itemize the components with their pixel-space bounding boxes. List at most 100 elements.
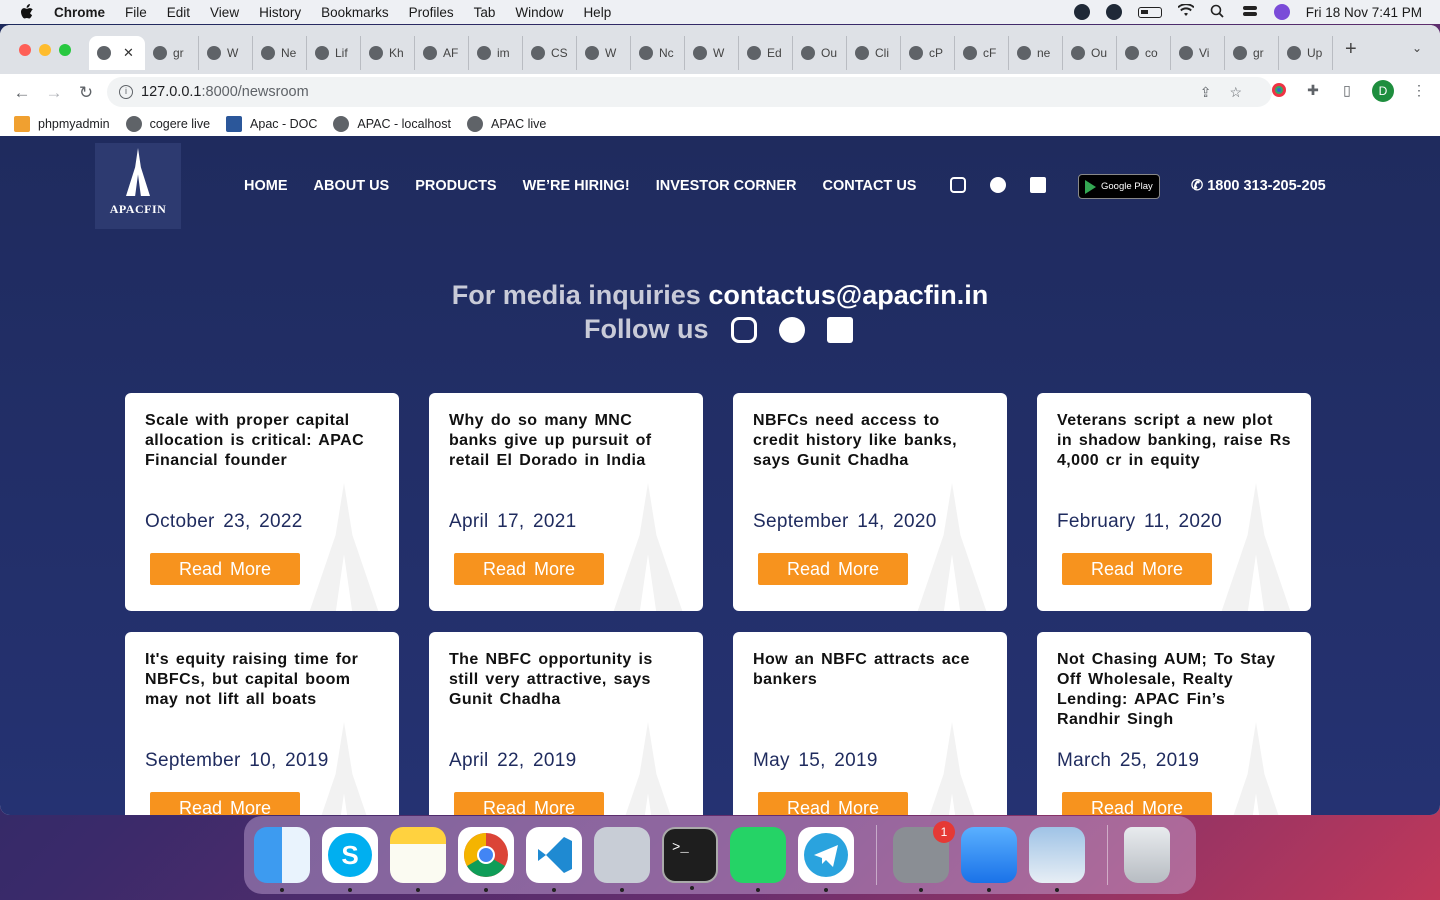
- browser-tab[interactable]: Ou: [793, 35, 847, 70]
- nav-investor-corner[interactable]: INVESTOR CORNER: [656, 178, 797, 194]
- minimize-window-button[interactable]: [39, 43, 51, 56]
- browser-tab[interactable]: Nc: [631, 35, 685, 70]
- menu-file[interactable]: File: [125, 5, 147, 20]
- news-title[interactable]: NBFCs need access to credit history like…: [753, 411, 989, 471]
- bookmark-apac-live[interactable]: APAC live: [466, 115, 546, 132]
- bookmark-cogere-live[interactable]: cogere live: [125, 115, 210, 132]
- news-title[interactable]: Veterans script a new plot in shadow ban…: [1057, 411, 1293, 471]
- chrome-icon[interactable]: [458, 827, 514, 892]
- browser-tab[interactable]: W: [685, 35, 739, 70]
- apple-icon[interactable]: [20, 4, 36, 20]
- finder-icon[interactable]: [254, 827, 310, 892]
- instagram-icon[interactable]: [950, 177, 966, 193]
- whatsapp-icon[interactable]: [730, 827, 786, 892]
- color-extension-icon[interactable]: [1270, 82, 1288, 100]
- mail-icon[interactable]: [961, 827, 1017, 892]
- notes-icon[interactable]: [390, 827, 446, 892]
- more-menu-icon[interactable]: ⋮: [1410, 82, 1428, 100]
- read-more-button[interactable]: Read More: [758, 792, 908, 815]
- browser-tab[interactable]: Up: [1279, 35, 1333, 70]
- menu-history[interactable]: History: [259, 5, 301, 20]
- browser-tab[interactable]: Ou: [1063, 35, 1117, 70]
- read-more-button[interactable]: Read More: [758, 553, 908, 585]
- nav-home[interactable]: HOME: [244, 178, 288, 194]
- menu-help[interactable]: Help: [583, 5, 611, 20]
- control-center-icon[interactable]: [1242, 4, 1258, 20]
- terminal-icon[interactable]: >_: [662, 827, 718, 890]
- siri-icon[interactable]: [1273, 4, 1290, 20]
- browser-tab[interactable]: im: [469, 35, 523, 70]
- close-tab-icon[interactable]: ✕: [123, 45, 134, 61]
- site-info-icon[interactable]: i: [119, 85, 133, 99]
- menu-app-name[interactable]: Chrome: [54, 5, 105, 20]
- share-icon[interactable]: ⇪: [1200, 84, 1212, 101]
- news-title[interactable]: Not Chasing AUM; To Stay Off Wholesale, …: [1057, 650, 1293, 730]
- browser-tab[interactable]: W: [577, 35, 631, 70]
- trash-icon[interactable]: [1124, 827, 1170, 883]
- browser-tab[interactable]: cP: [901, 35, 955, 70]
- menu-edit[interactable]: Edit: [167, 5, 190, 20]
- facebook-icon[interactable]: [990, 177, 1006, 193]
- nav-about-us[interactable]: ABOUT US: [314, 178, 390, 194]
- menu-bookmarks[interactable]: Bookmarks: [321, 5, 389, 20]
- google-play-badge[interactable]: Google Play: [1078, 174, 1160, 199]
- read-more-button[interactable]: Read More: [454, 553, 604, 585]
- browser-tab[interactable]: Lif: [307, 35, 361, 70]
- browser-tab[interactable]: W: [199, 35, 253, 70]
- profile-avatar[interactable]: D: [1372, 80, 1394, 102]
- facebook-icon[interactable]: [778, 316, 805, 343]
- phone-number[interactable]: ✆ 1800 313-205-205: [1191, 178, 1326, 194]
- browser-tab[interactable]: CS: [523, 35, 577, 70]
- checkmark-status-icon[interactable]: [1105, 4, 1122, 20]
- read-more-button[interactable]: Read More: [454, 792, 604, 815]
- system-preferences-icon[interactable]: 1: [893, 821, 955, 892]
- browser-tab[interactable]: gr: [145, 35, 199, 70]
- system-utility-icon[interactable]: [594, 827, 650, 892]
- preview-icon[interactable]: [1029, 827, 1085, 892]
- browser-tab[interactable]: ne: [1009, 35, 1063, 70]
- menu-view[interactable]: View: [210, 5, 239, 20]
- browser-tab[interactable]: gr: [1225, 35, 1279, 70]
- read-more-button[interactable]: Read More: [1062, 792, 1212, 815]
- bookmark-apac-localhost[interactable]: APAC - localhost: [333, 115, 451, 132]
- vscode-icon[interactable]: [526, 827, 582, 892]
- nav-hiring[interactable]: WE’RE HIRING!: [523, 178, 630, 194]
- linkedin-icon[interactable]: [826, 316, 853, 343]
- news-title[interactable]: Scale with proper capital allocation is …: [145, 411, 381, 471]
- browser-tab[interactable]: Ne: [253, 35, 307, 70]
- browser-tab[interactable]: Kh: [361, 35, 415, 70]
- battery-icon[interactable]: [1137, 6, 1162, 18]
- extensions-puzzle-icon[interactable]: ✚: [1304, 82, 1322, 100]
- browser-tab[interactable]: Cli: [847, 35, 901, 70]
- bookmark-phpmyadmin[interactable]: phpmyadmin: [14, 115, 110, 132]
- apacfin-logo[interactable]: APACFIN: [95, 143, 181, 229]
- telegram-status-icon[interactable]: [1073, 4, 1090, 20]
- instagram-icon[interactable]: [730, 316, 757, 343]
- menu-tab[interactable]: Tab: [474, 5, 496, 20]
- spotlight-search-icon[interactable]: [1210, 4, 1226, 20]
- news-title[interactable]: The NBFC opportunity is still very attra…: [449, 650, 685, 710]
- media-email-link[interactable]: contactus@apacfin.in: [708, 280, 988, 310]
- side-panel-icon[interactable]: ▯: [1338, 82, 1356, 100]
- bookmark-apac-doc[interactable]: Apac - DOC: [226, 115, 317, 132]
- browser-tab[interactable]: Vi: [1171, 35, 1225, 70]
- chevron-down-icon[interactable]: ⌄: [1412, 41, 1422, 55]
- clock[interactable]: Fri 18 Nov 7:41 PM: [1306, 5, 1422, 20]
- bookmark-star-icon[interactable]: ☆: [1229, 84, 1242, 101]
- close-window-button[interactable]: [19, 43, 31, 56]
- nav-contact-us[interactable]: CONTACT US: [822, 178, 916, 194]
- wifi-icon[interactable]: [1177, 3, 1195, 20]
- browser-tab[interactable]: AF: [415, 35, 469, 70]
- browser-tab[interactable]: Ed: [739, 35, 793, 70]
- back-button[interactable]: ←: [12, 83, 32, 103]
- address-bar[interactable]: i 127.0.0.1 :8000/newsroom ⇪ ☆: [107, 77, 1272, 107]
- news-title[interactable]: Why do so many MNC banks give up pursuit…: [449, 411, 685, 471]
- new-tab-button[interactable]: +: [1345, 38, 1357, 61]
- menu-window[interactable]: Window: [515, 5, 563, 20]
- reload-button[interactable]: ↻: [76, 83, 96, 103]
- news-title[interactable]: It's equity raising time for NBFCs, but …: [145, 650, 381, 710]
- linkedin-icon[interactable]: [1030, 177, 1046, 193]
- read-more-button[interactable]: Read More: [1062, 553, 1212, 585]
- browser-tab[interactable]: co: [1117, 35, 1171, 70]
- zoom-window-button[interactable]: [59, 43, 71, 56]
